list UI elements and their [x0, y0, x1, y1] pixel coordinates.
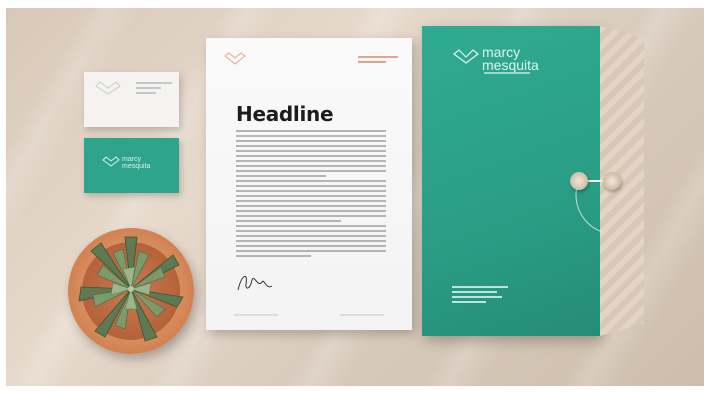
card-brand-line2: mesquita	[122, 163, 151, 170]
envelope-address-lines	[452, 286, 508, 306]
business-card-green: marcy mesquita	[84, 138, 179, 193]
envelope-string	[588, 180, 604, 182]
succulent-plant-icon	[78, 236, 184, 342]
business-card-white	[84, 72, 179, 127]
signature-mark	[237, 275, 273, 291]
brand-logo-icon	[95, 81, 121, 95]
letterhead-paper: Headline	[206, 38, 412, 330]
letterhead-footer	[234, 314, 384, 316]
card-brand-line1: marcy	[122, 156, 142, 163]
card-contact-lines	[136, 82, 172, 97]
envelope-tagline	[484, 72, 530, 74]
brand-logo-icon	[453, 49, 479, 64]
brand-logo-icon	[102, 156, 120, 167]
letterhead-body-text	[236, 130, 386, 260]
envelope-brand-line2: mesquita	[482, 57, 539, 73]
letterhead-headline: Headline	[236, 102, 334, 126]
envelope-brand-name: marcy mesquita	[482, 45, 539, 73]
letterhead-contact-info	[358, 56, 398, 66]
envelope-button-right	[603, 172, 621, 190]
card-brand-name: marcy mesquita	[122, 156, 150, 170]
envelope-button-left	[570, 172, 588, 190]
brand-logo-icon	[224, 52, 246, 65]
